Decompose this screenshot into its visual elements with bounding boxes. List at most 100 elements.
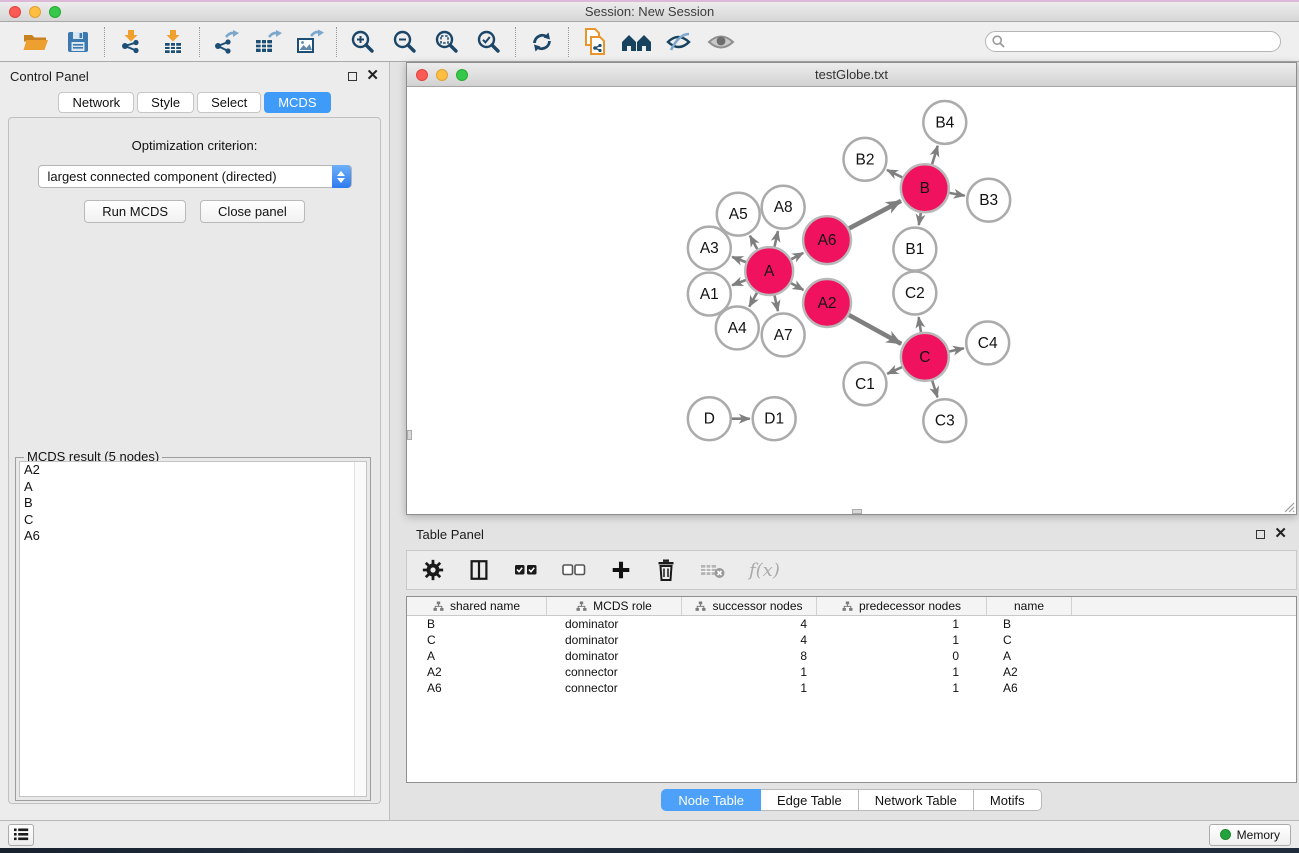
task-history-button[interactable] bbox=[8, 824, 34, 846]
result-item[interactable]: C bbox=[20, 512, 366, 529]
table-row[interactable]: A6connector11A6 bbox=[407, 680, 1296, 696]
refresh-button[interactable] bbox=[525, 26, 559, 58]
graph-edge-C-C2[interactable] bbox=[919, 317, 921, 332]
eye-icon bbox=[706, 31, 736, 53]
tab-mcds[interactable]: MCDS bbox=[264, 92, 330, 113]
splitter-handle[interactable] bbox=[407, 430, 412, 440]
tab-network-table[interactable]: Network Table bbox=[859, 789, 974, 811]
tab-network[interactable]: Network bbox=[58, 92, 134, 113]
graph-edge-A-A7[interactable] bbox=[775, 295, 778, 311]
float-panel-icon[interactable] bbox=[1256, 530, 1265, 539]
table-row[interactable]: A2connector11A2 bbox=[407, 664, 1296, 680]
graph-edge-C-C1[interactable] bbox=[887, 367, 902, 374]
graph-node-label: A5 bbox=[729, 206, 748, 223]
duplicate-network-button[interactable] bbox=[578, 26, 612, 58]
run-mcds-button[interactable]: Run MCDS bbox=[84, 200, 186, 223]
graph-edge-B-B3[interactable] bbox=[949, 193, 964, 196]
graph-edge-C-C3[interactable] bbox=[932, 381, 937, 398]
show-columns-button[interactable] bbox=[467, 558, 491, 582]
titlebar: Session: New Session bbox=[0, 0, 1299, 22]
delete-row-button[interactable] bbox=[655, 558, 677, 582]
result-item[interactable]: A2 bbox=[20, 462, 366, 479]
network-graph[interactable]: B4B2BB3A5A8A6A3AB1A1C2A2A4A7CC4C1C3DD1 bbox=[407, 87, 1296, 514]
table-cell: 0 bbox=[817, 648, 987, 664]
table-cell: B bbox=[987, 616, 1072, 632]
result-item[interactable]: B bbox=[20, 495, 366, 512]
export-image-button[interactable] bbox=[293, 26, 327, 58]
tab-motifs[interactable]: Motifs bbox=[974, 789, 1042, 811]
graph-node-label: A3 bbox=[700, 240, 719, 257]
fit-content-button[interactable] bbox=[430, 26, 464, 58]
export-table-icon bbox=[254, 29, 282, 55]
memory-button[interactable]: Memory bbox=[1209, 824, 1291, 846]
scrollbar-track[interactable] bbox=[354, 462, 366, 796]
network-canvas[interactable]: B4B2BB3A5A8A6A3AB1A1C2A2A4A7CC4C1C3DD1 bbox=[407, 87, 1296, 514]
tab-node-table[interactable]: Node Table bbox=[661, 789, 761, 811]
column-header-name[interactable]: name bbox=[987, 597, 1072, 615]
graph-edge-B-B4[interactable] bbox=[932, 146, 938, 165]
column-type-icon bbox=[576, 601, 587, 612]
table-row[interactable]: Bdominator41B bbox=[407, 616, 1296, 632]
open-session-button[interactable] bbox=[19, 26, 53, 58]
close-panel-icon[interactable]: ✕ bbox=[1274, 529, 1287, 539]
zoom-out-button[interactable] bbox=[388, 26, 422, 58]
close-panel-button[interactable]: Close panel bbox=[200, 200, 305, 223]
duplicate-network-icon bbox=[582, 27, 608, 57]
control-panel-tabs: NetworkStyleSelectMCDS bbox=[0, 90, 389, 113]
column-header-successor-nodes[interactable]: successor nodes bbox=[682, 597, 817, 615]
table-cell: 1 bbox=[817, 680, 987, 696]
add-row-button[interactable] bbox=[609, 558, 633, 582]
graph-edge-B-B1[interactable] bbox=[919, 213, 921, 225]
hide-details-button[interactable] bbox=[662, 26, 696, 58]
export-table-button[interactable] bbox=[251, 26, 285, 58]
column-header-shared-name[interactable]: shared name bbox=[407, 597, 547, 615]
column-header-mcds-role[interactable]: MCDS role bbox=[547, 597, 682, 615]
save-session-button[interactable] bbox=[61, 26, 95, 58]
resize-grip-icon[interactable] bbox=[1281, 499, 1295, 513]
import-network-button[interactable] bbox=[114, 26, 148, 58]
graph-edge-A2-C[interactable] bbox=[849, 315, 901, 344]
graph-edge-A-A5[interactable] bbox=[750, 236, 757, 249]
table-row[interactable]: Adominator80A bbox=[407, 648, 1296, 664]
save-floppy-icon bbox=[66, 30, 90, 54]
zoom-selected-button[interactable] bbox=[472, 26, 506, 58]
import-table-button[interactable] bbox=[156, 26, 190, 58]
deselect-all-button[interactable] bbox=[561, 561, 587, 579]
delete-table-button[interactable] bbox=[699, 559, 727, 581]
search-input[interactable] bbox=[985, 31, 1281, 52]
graph-edge-A-A6[interactable] bbox=[791, 253, 803, 259]
result-item[interactable]: A6 bbox=[20, 528, 366, 545]
close-panel-icon[interactable]: ✕ bbox=[366, 71, 379, 81]
splitter-handle[interactable] bbox=[852, 509, 862, 514]
table-settings-button[interactable] bbox=[421, 558, 445, 582]
graph-edge-A6-B[interactable] bbox=[849, 201, 901, 229]
export-network-button[interactable] bbox=[209, 26, 243, 58]
select-all-button[interactable] bbox=[513, 561, 539, 579]
column-header-predecessor-nodes[interactable]: predecessor nodes bbox=[817, 597, 987, 615]
graph-edge-A-A8[interactable] bbox=[775, 231, 778, 247]
graph-edge-A-A1[interactable] bbox=[732, 280, 746, 285]
preview-eye-button[interactable] bbox=[704, 26, 738, 58]
graph-edge-C-C4[interactable] bbox=[949, 348, 964, 351]
control-panel-title: Control Panel bbox=[10, 69, 89, 84]
zoom-in-icon bbox=[350, 29, 376, 55]
criterion-select[interactable]: largest connected component (directed) bbox=[38, 165, 352, 188]
tab-edge-table[interactable]: Edge Table bbox=[761, 789, 859, 811]
table-row[interactable]: Cdominator41C bbox=[407, 632, 1296, 648]
network-window-titlebar[interactable]: testGlobe.txt bbox=[407, 63, 1296, 87]
graph-node-label: D1 bbox=[764, 411, 784, 428]
float-panel-icon[interactable] bbox=[348, 72, 357, 81]
graph-node-label: B3 bbox=[979, 192, 998, 209]
graph-edge-A-A2[interactable] bbox=[791, 283, 803, 290]
zoom-in-button[interactable] bbox=[346, 26, 380, 58]
table-cell: dominator bbox=[547, 616, 682, 632]
home-button[interactable] bbox=[620, 26, 654, 58]
result-item[interactable]: A bbox=[20, 479, 366, 496]
desktop-strip bbox=[0, 848, 1299, 853]
apply-function-button[interactable]: f(x) bbox=[749, 560, 780, 581]
graph-edge-A-A4[interactable] bbox=[749, 293, 757, 307]
graph-edge-A-A3[interactable] bbox=[732, 257, 746, 262]
tab-select[interactable]: Select bbox=[197, 92, 261, 113]
tab-style[interactable]: Style bbox=[137, 92, 194, 113]
graph-edge-B-B2[interactable] bbox=[887, 170, 902, 177]
